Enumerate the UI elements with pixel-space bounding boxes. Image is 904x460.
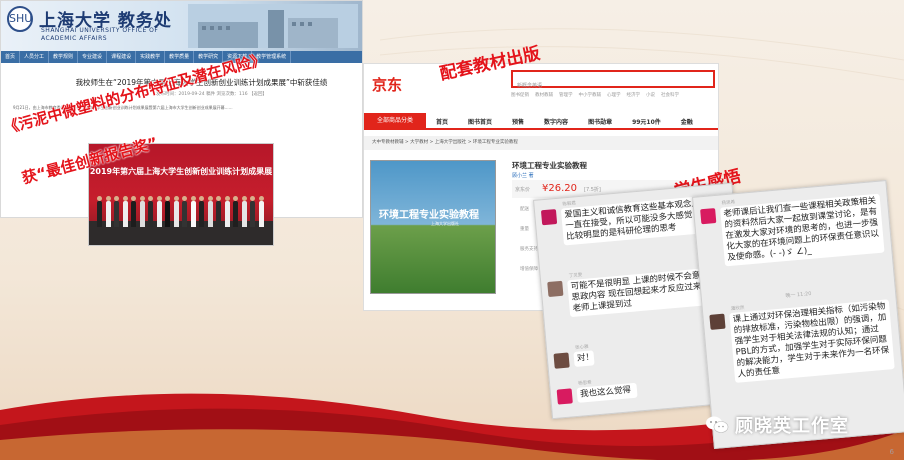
jd-search-input[interactable]: 新概念英语 [511,70,715,89]
user-avatar-icon[interactable] [556,388,573,405]
user-avatar-icon[interactable] [540,209,558,226]
person-figure [165,196,170,227]
cover-title: 环境工程专业实验教程 [379,210,479,221]
cover-publisher: 上海大学出版社 [431,221,459,226]
jd-hot-word[interactable]: 图书促销 [511,92,529,98]
user-avatar-icon[interactable] [709,313,726,330]
jd-nav-item[interactable]: 数字内容 [534,117,578,126]
jd-all-categories-button[interactable]: 全部商品分类 [364,113,426,129]
person-figure [114,196,119,227]
news-nav-item[interactable]: 专业建设 [78,51,108,63]
chat-username: 丁灵雯 [568,273,583,280]
person-figure [216,196,221,227]
chat-bubble: 老师课后让我们查一些课程相关政策相关的资料然后大家一起放到课堂讨论，是有在激发大… [720,193,885,267]
jd-hot-word[interactable]: 中小学教辅 [579,92,602,98]
jd-hot-words: 图书促销 教材教辅 管理学 中小学教辅 心理学 经济学 小说 社会科学 [511,92,679,98]
news-nav-item[interactable]: 人员分工 [20,51,50,63]
jd-logo[interactable]: 京东 [372,74,402,95]
chat-bubble: 课上通过对环保治理相关指标（如污染物的排放标准，污染物检出限）的强调，加强学生对… [729,299,895,383]
jd-hot-word[interactable]: 心理学 [607,92,621,98]
university-logo-icon: SHU [7,6,33,32]
user-avatar-icon[interactable] [553,352,570,369]
chat-message: 对！ [553,350,595,369]
person-figure [207,196,213,227]
person-figure [97,196,102,227]
jd-side-label: 配送 [520,207,529,212]
person-figure [190,196,196,227]
jd-hot-word[interactable]: 社会科学 [661,92,679,98]
news-nav-item[interactable]: 首页 [1,51,21,63]
person-figure [173,196,179,227]
campus-building-image [188,4,358,48]
textbook-cover-image: 环境工程专业实验教程 上海大学出版社 [370,160,496,294]
jd-nav-item[interactable]: 图书首页 [458,117,502,126]
jd-hot-word[interactable]: 经济学 [627,92,641,98]
student-chat-right: 杨思希 老师课后让我们查一些课程相关政策相关的资料然后大家一起放到课堂讨论，是有在… [692,180,904,450]
person-figure [105,196,111,227]
person-figure [182,196,187,227]
news-nav-item[interactable]: 教学规则 [49,51,79,63]
person-figure [122,196,128,227]
chat-username: 杨思希 [578,380,592,387]
product-price: ¥26.20 [542,183,577,194]
photo-banner: 2019年第六届上海大学生创新创业训练计划成果展 [89,167,273,176]
user-avatar-icon[interactable] [547,280,564,298]
jd-nav-item[interactable]: 金融 [671,117,703,126]
wechat-icon [706,416,729,433]
chat-username: 潘欣然 [730,305,745,313]
news-nav-bar: 首页 人员分工 教学规则 专业建设 课程建设 实践教学 教学质量 教学研究 资源下载 教学管理系统 [1,51,362,63]
jd-top-bar: 京东 新概念英语 图书促销 教材教辅 管理学 中小学教辅 心理学 经济学 小说 社会科学 [364,64,718,114]
price-label: 京东价 [515,187,531,193]
person-figure [258,196,264,227]
person-figure [241,196,247,227]
jd-nav-item[interactable]: 预售 [502,117,534,126]
user-avatar-icon[interactable] [700,208,717,225]
news-nav-item[interactable]: 教学质量 [165,51,195,63]
person-figure [148,196,153,227]
chat-message: 我也这么觉得 [556,382,638,405]
person-figure [233,196,238,227]
jd-hot-word[interactable]: 教材教辅 [535,92,553,98]
person-figure [156,196,162,227]
jd-breadcrumb[interactable]: 大中专教材教辅 > 大学教材 > 上海大学出版社 > 环境工程专业实验教程 [364,136,718,150]
person-figure [199,196,204,227]
news-nav-item[interactable]: 实践教学 [136,51,166,63]
jd-nav-bar: 全部商品分类 首页 图书首页 预售 数字内容 图书勋章 99元10件 金融 [364,113,718,130]
page-number: 6 [889,448,894,456]
jd-side-label: 增值保障 [520,267,538,272]
person-figure [250,196,255,227]
jd-nav-item[interactable]: 图书勋章 [578,117,622,126]
jd-nav-item[interactable]: 99元10件 [622,117,671,126]
product-author[interactable]: 顾小兰 著 [512,172,534,179]
site-subtitle: SHANGHAI UNIVERSITY OFFICE OF ACADEMIC A… [41,27,159,42]
jd-hot-word[interactable]: 小说 [646,92,655,98]
watermark-text: 顾晓英工作室 [735,416,849,437]
jd-search-placeholder: 新概念英语 [517,83,543,89]
jd-hot-word[interactable]: 管理学 [559,92,573,98]
jd-nav-item[interactable]: 首页 [426,117,458,126]
chat-bubble: 对！ [573,350,595,367]
person-figure [131,196,136,227]
jd-side-label: 重量 [520,227,529,232]
news-nav-item[interactable]: 课程建设 [107,51,137,63]
person-figure [224,196,230,227]
chat-username: 杨思希 [721,200,736,207]
wechat-watermark: 顾晓英工作室 [705,412,849,438]
product-discount: [7.5折] [584,187,601,193]
product-title: 环境工程专业实验教程 [512,161,587,170]
jd-side-label: 服务支持 [520,247,538,252]
news-header: SHU 上海大学 教务处 SHANGHAI UNIVERSITY OFFICE … [1,1,362,51]
chat-message: 课上通过对环保治理相关指标（如污染物的排放标准，污染物检出限）的强调，加强学生对… [709,299,895,384]
person-figure [139,196,145,227]
